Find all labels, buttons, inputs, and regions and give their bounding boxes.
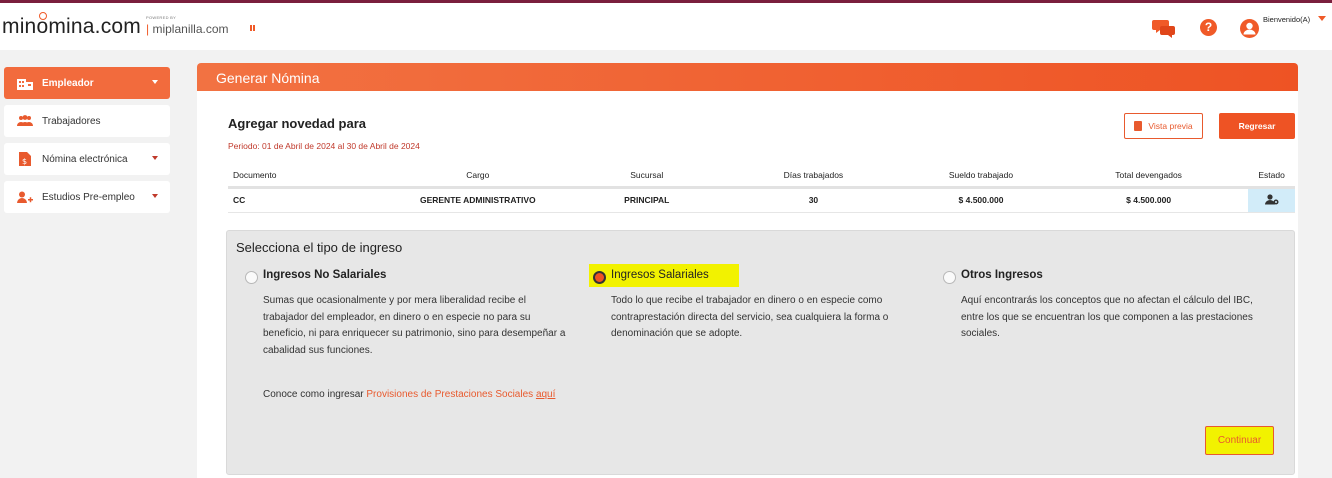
employee-table: Documento Cargo Sucursal Días trabajados… <box>228 165 1295 213</box>
svg-text:$: $ <box>22 157 27 166</box>
partner-logo: | miplanilla.com <box>146 22 229 36</box>
partner-bar: | <box>146 22 150 36</box>
desc-line: denominación que se adopte. <box>611 328 743 339</box>
col-total-devengados: Total devengados <box>1049 165 1249 189</box>
desc-line: Aquí encontrarás los conceptos que no af… <box>961 295 1253 306</box>
cell-sueldo-trabajado: $ 4.500.000 <box>912 187 1050 213</box>
radio-no-salariales[interactable] <box>245 271 258 284</box>
user-settings-icon[interactable] <box>1264 193 1279 205</box>
desc-line: entre los que se encuentran los que comp… <box>961 311 1253 323</box>
logo-text-b: o <box>36 12 49 38</box>
desc-line: Todo lo que recibe el trabajador en dine… <box>611 295 883 306</box>
panel-header: Generar Nómina <box>197 63 1298 91</box>
chevron-down-icon <box>152 156 158 160</box>
menu-grid-icon[interactable] <box>250 24 256 31</box>
col-cargo: Cargo <box>376 165 580 189</box>
cell-dias-trabajados: 30 <box>713 187 913 213</box>
aqui-link[interactable]: aquí <box>536 389 555 400</box>
periodo-label: Periodo: 01 de Abril de 2024 al 30 de Ab… <box>228 141 420 151</box>
cell-estado[interactable] <box>1248 187 1295 213</box>
section-title: Agregar novedad para <box>228 116 366 131</box>
sidebar-item-label: Nómina electrónica <box>42 153 128 165</box>
app-header: minomina.com POWERED BY | miplanilla.com… <box>0 3 1332 50</box>
sidebar-item-label: Trabajadores <box>42 115 101 127</box>
welcome-label[interactable]: Bienvenido(A) <box>1263 15 1310 24</box>
page-title: Generar Nómina <box>216 70 320 86</box>
powered-by-label: POWERED BY <box>146 15 177 20</box>
option-description: Aquí encontrarás los conceptos que no af… <box>961 293 1291 343</box>
regresar-button[interactable]: Regresar <box>1219 113 1295 139</box>
sidebar-item-estudios-pre-empleo[interactable]: Estudios Pre-empleo <box>4 181 170 213</box>
col-estado: Estado <box>1248 165 1295 189</box>
option-label[interactable]: Otros Ingresos <box>961 269 1043 281</box>
conoce-prefix: Conoce como ingresar <box>263 389 367 400</box>
sidebar-item-trabajadores[interactable]: Trabajadores <box>4 105 170 137</box>
option-description: Todo lo que recibe el trabajador en dine… <box>611 293 931 343</box>
document-icon <box>1134 121 1143 131</box>
chevron-down-icon <box>152 80 158 84</box>
col-sueldo-trabajado: Sueldo trabajado <box>912 165 1050 189</box>
document-dollar-icon: $ <box>16 152 34 166</box>
vista-previa-label: Vista previa <box>1148 121 1193 131</box>
sidebar-item-nomina-electronica[interactable]: $ Nómina electrónica <box>4 143 170 175</box>
logo-text-c: mina.com <box>48 15 141 38</box>
radio-salariales[interactable] <box>593 271 606 284</box>
logo-text-a: min <box>2 15 37 38</box>
user-avatar-icon[interactable] <box>1240 19 1259 38</box>
tipo-ingreso-title: Selecciona el tipo de ingreso <box>236 240 403 255</box>
partner-name: miplanilla.com <box>152 22 229 36</box>
desc-line: trabajador del empleador, en dinero o en… <box>263 311 531 323</box>
chevron-down-icon <box>152 194 158 198</box>
vista-previa-button[interactable]: Vista previa <box>1124 113 1203 139</box>
desc-line: contraprestación directa del servicio, s… <box>611 311 889 323</box>
tipo-ingreso-box: Selecciona el tipo de ingreso Ingresos N… <box>226 230 1295 475</box>
help-icon[interactable]: ? <box>1200 19 1217 36</box>
user-plus-icon <box>16 190 34 204</box>
continuar-label: Continuar <box>1209 430 1270 451</box>
provisiones-link[interactable]: Provisiones de Prestaciones Sociales <box>366 389 533 400</box>
option-label[interactable]: Ingresos No Salariales <box>263 269 386 281</box>
radio-otros[interactable] <box>943 271 956 284</box>
table-row: CC GERENTE ADMINISTRATIVO PRINCIPAL 30 $… <box>228 187 1295 213</box>
cell-cargo: GERENTE ADMINISTRATIVO <box>376 187 580 213</box>
desc-line: beneficio, ni para enriquecer su patrimo… <box>263 328 566 339</box>
desc-line: Sumas que ocasionalmente y por mera libe… <box>263 295 526 306</box>
logo[interactable]: minomina.com <box>2 12 141 39</box>
option-description: Sumas que ocasionalmente y por mera libe… <box>263 293 593 359</box>
col-documento: Documento <box>228 165 377 189</box>
user-menu-caret-icon[interactable] <box>1318 16 1326 21</box>
col-sucursal: Sucursal <box>579 165 714 189</box>
users-icon <box>16 114 34 128</box>
sidebar: Empleador Trabajadores $ Nómina electrón… <box>4 67 170 219</box>
chat-icon[interactable] <box>1152 18 1176 38</box>
cell-sucursal: PRINCIPAL <box>579 187 714 213</box>
option-label[interactable]: Ingresos Salariales <box>611 269 709 281</box>
cell-documento: CC <box>228 187 377 213</box>
col-dias-trabajados: Días trabajados <box>713 165 913 189</box>
building-icon <box>16 76 34 90</box>
desc-line: cabalidad sus funciones. <box>263 344 373 356</box>
desc-line: sociales. <box>961 328 1000 339</box>
cell-total-devengados: $ 4.500.000 <box>1049 187 1249 213</box>
sidebar-item-label: Estudios Pre-empleo <box>42 191 135 203</box>
sidebar-item-empleador[interactable]: Empleador <box>4 67 170 99</box>
table-header-row: Documento Cargo Sucursal Días trabajados… <box>228 165 1295 189</box>
continuar-button[interactable]: Continuar <box>1205 426 1274 455</box>
generar-nomina-panel: Generar Nómina Agregar novedad para Peri… <box>197 63 1298 478</box>
conoce-text: Conoce como ingresar Provisiones de Pres… <box>263 389 555 400</box>
sidebar-item-label: Empleador <box>42 77 94 89</box>
